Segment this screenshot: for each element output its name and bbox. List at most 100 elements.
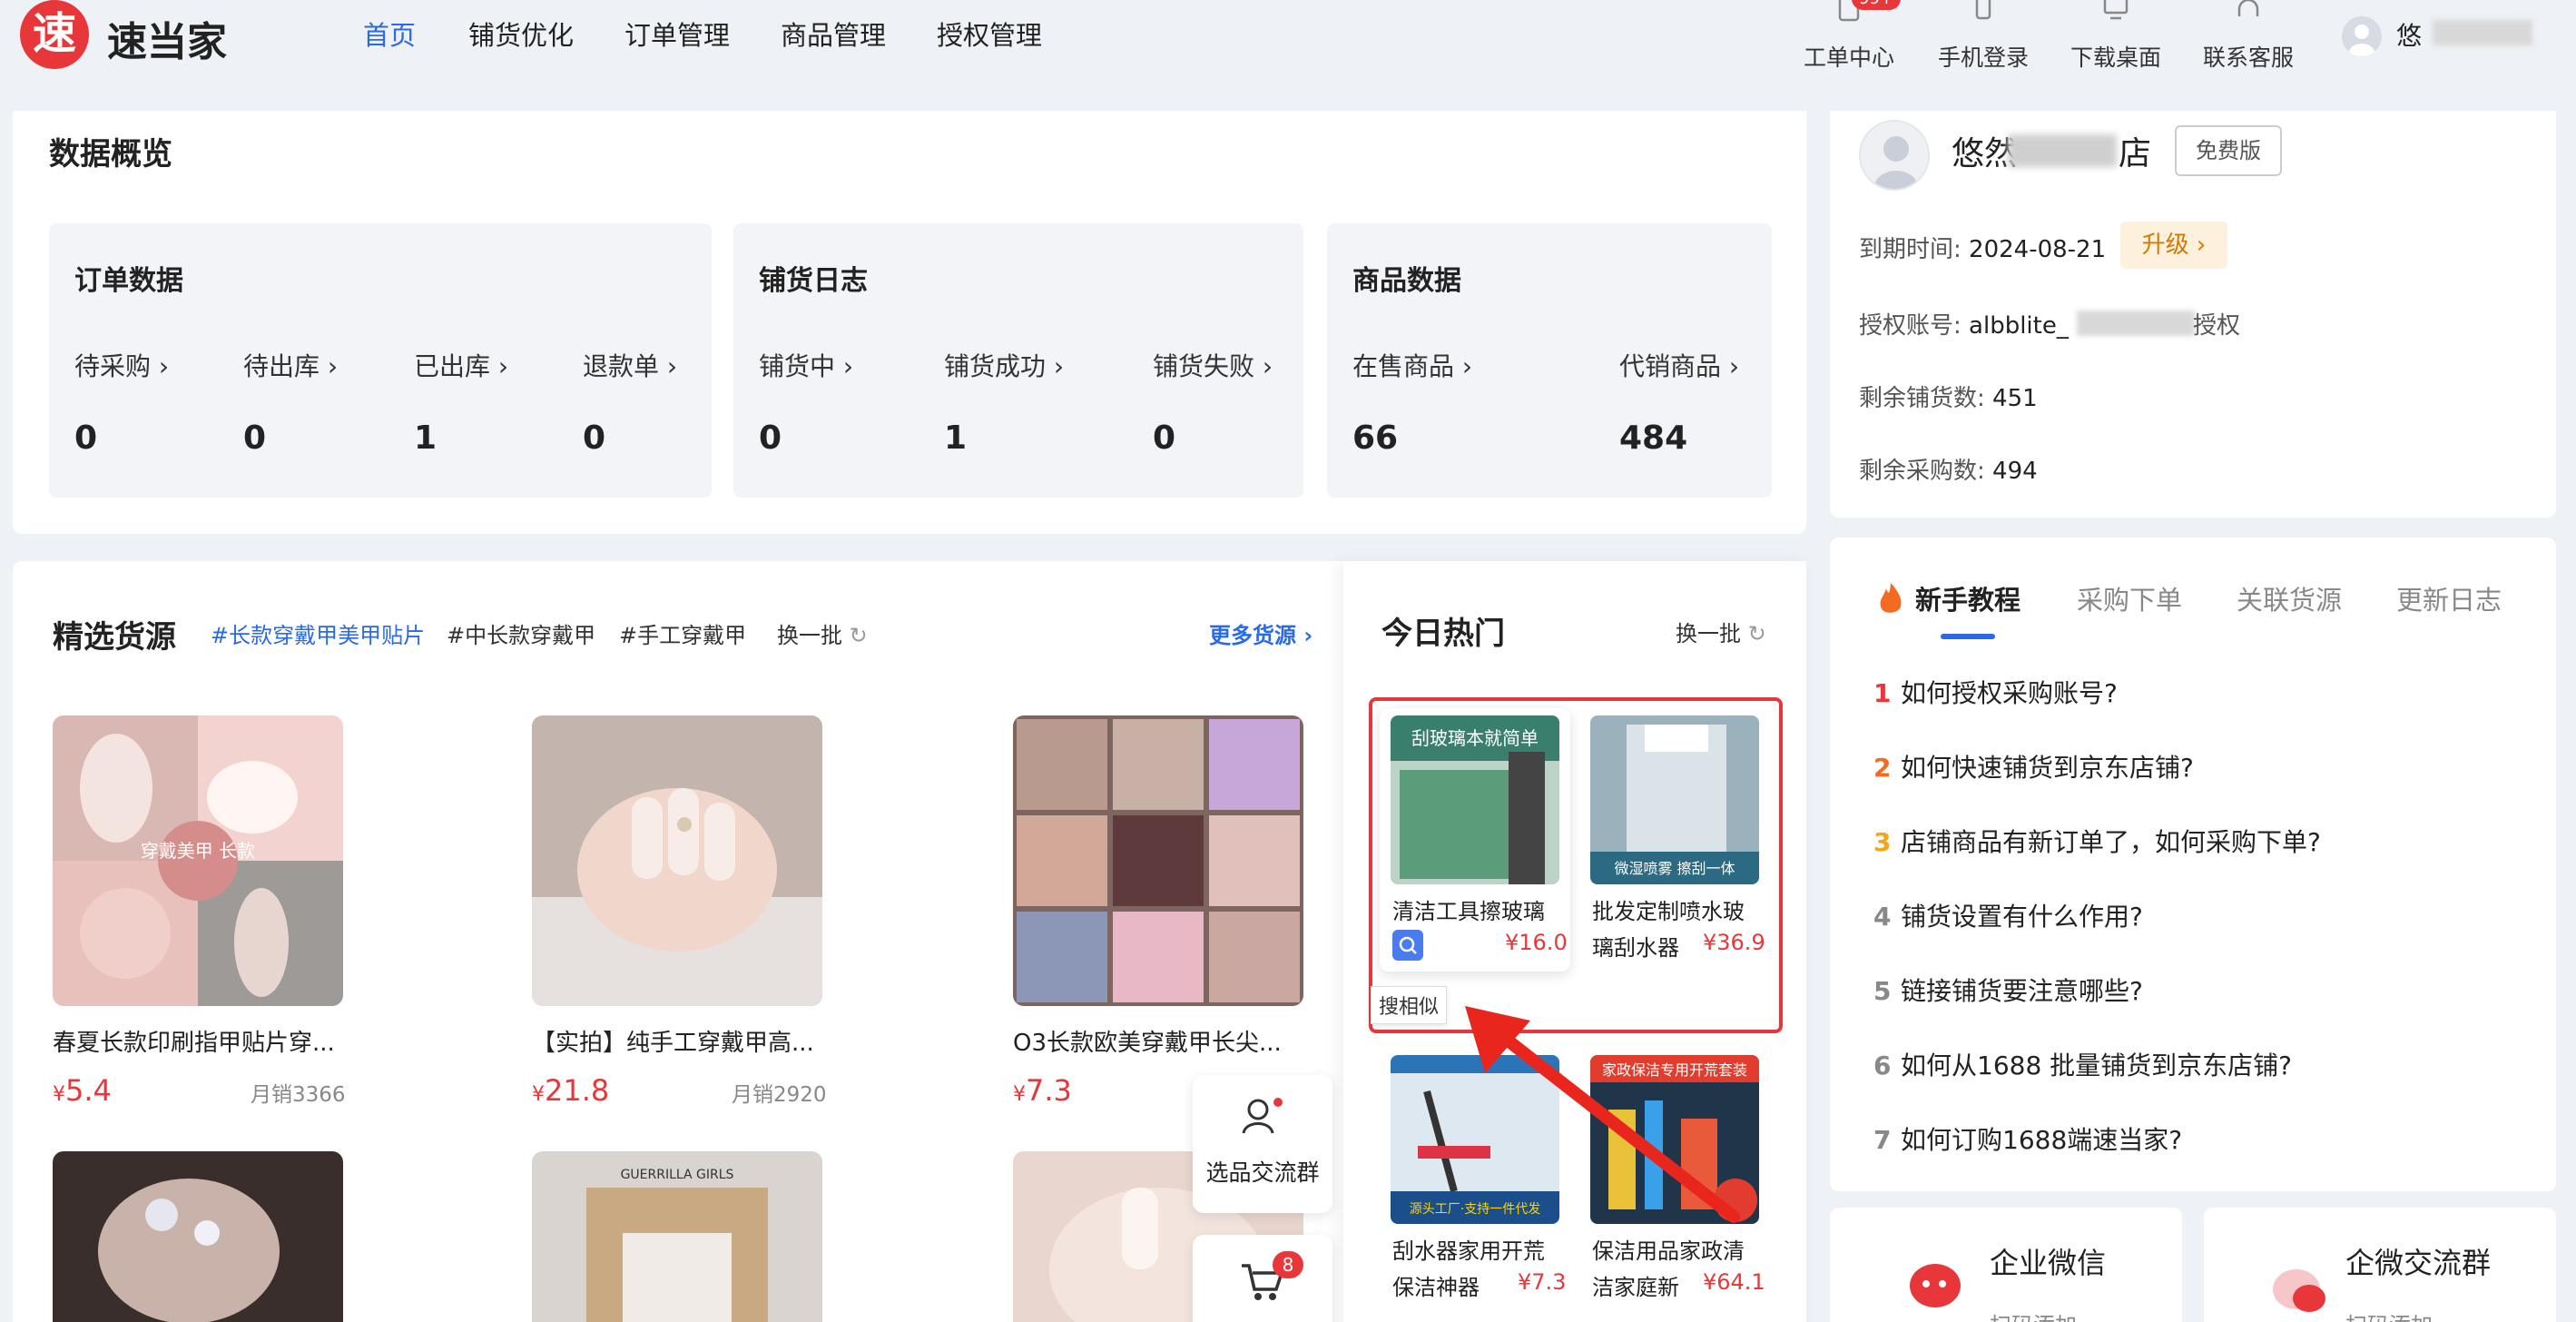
- svg-text:刮玻璃本就简单: 刮玻璃本就简单: [1411, 727, 1539, 749]
- distribution-success-link[interactable]: 铺货成功 ›: [944, 347, 1064, 383]
- hot-product-title[interactable]: 保洁用品家政清: [1592, 1233, 1745, 1265]
- product-price: ¥5.4: [53, 1073, 112, 1108]
- faq-item[interactable]: 5 链接铺货要注意哪些?: [1873, 972, 2143, 1008]
- wechat-group-sub: 扫码添加: [2345, 1307, 2433, 1322]
- hot-product-title[interactable]: 清洁工具擦玻璃: [1392, 893, 1545, 925]
- monitor-icon: [2103, 0, 2129, 20]
- active-tab-indicator: [1941, 634, 1995, 639]
- product-image[interactable]: 穿戴美甲 长款: [53, 715, 343, 1006]
- tab-purchase-order[interactable]: 采购下单: [2077, 579, 2182, 617]
- tab-changelog[interactable]: 更新日志: [2396, 579, 2502, 617]
- hot-product-title[interactable]: 刮水器家用开荒: [1392, 1233, 1545, 1265]
- download-desktop-button[interactable]: 下载桌面: [2057, 0, 2175, 71]
- product-image[interactable]: [53, 1151, 343, 1322]
- user-name-redacted: [2433, 20, 2532, 45]
- hot-product-price: ¥7.3: [1518, 1269, 1567, 1295]
- distribution-fail-link[interactable]: 铺货失败 ›: [1153, 347, 1273, 383]
- user-name[interactable]: 悠: [2396, 16, 2422, 53]
- nail-photo-5: GUERRILLA GIRLS: [532, 1151, 822, 1322]
- nav-auth-management[interactable]: 授权管理: [937, 15, 1042, 53]
- product-title[interactable]: 【实拍】纯手工穿戴甲高...: [532, 1024, 814, 1058]
- product-price: ¥21.8: [532, 1073, 610, 1108]
- on-sale-link[interactable]: 在售商品 ›: [1352, 347, 1472, 383]
- nav-order-management[interactable]: 订单管理: [624, 15, 730, 53]
- consignment-link[interactable]: 代销商品 ›: [1619, 347, 1739, 383]
- nail-photo-3: [1013, 715, 1303, 1006]
- ticket-center-button[interactable]: 99+ 工单中心: [1790, 0, 1908, 71]
- nail-photo-1: 穿戴美甲 长款: [53, 715, 343, 1006]
- faq-item[interactable]: 1 如何授权采购账号?: [1873, 674, 2118, 710]
- top-header: 速 速当家 首页 铺货优化 订单管理 商品管理 授权管理 99+ 工单中心 手机…: [0, 0, 2576, 111]
- user-avatar[interactable]: [2342, 16, 2382, 56]
- nav-product-management[interactable]: 商品管理: [781, 15, 886, 53]
- hot-product-title-line2: 洁家庭新: [1592, 1275, 1679, 1300]
- enterprise-wechat-card[interactable]: 企业微信 扫码添加: [1830, 1208, 2182, 1322]
- phone-icon: [1975, 0, 1991, 20]
- mobile-login-button[interactable]: 手机登录: [1924, 0, 2042, 71]
- expire-date: 2024-08-21: [1969, 236, 2107, 263]
- hot-product-image[interactable]: 微湿喷雾 擦刮一体: [1590, 715, 1759, 884]
- cart-button[interactable]: 8: [1193, 1235, 1332, 1322]
- today-hot-title: 今日热门: [1381, 616, 1505, 652]
- distributing-link[interactable]: 铺货中 ›: [759, 347, 853, 383]
- data-overview-title: 数据概览: [49, 136, 172, 173]
- brand-name[interactable]: 速当家: [107, 9, 227, 67]
- refresh-icon: ↻: [849, 623, 868, 648]
- annotation-arrow-icon: [1465, 1006, 1740, 1223]
- faq-item[interactable]: 3 店铺商品有新订单了，如何采购下单?: [1873, 823, 2321, 859]
- outbound-link[interactable]: 已出库 ›: [414, 347, 508, 383]
- product-price: ¥7.3: [1013, 1073, 1072, 1108]
- expire-row: 到期时间: 2024-08-21: [1859, 236, 2107, 263]
- auth-suffix: 授权: [2193, 312, 2241, 340]
- contact-support-button[interactable]: 联系客服: [2189, 0, 2307, 71]
- plan-badge[interactable]: 免费版: [2175, 125, 2282, 176]
- nav-home[interactable]: 首页: [363, 15, 416, 53]
- faq-item[interactable]: 4 铺货设置有什么作用?: [1873, 897, 2143, 933]
- hot-product-title[interactable]: 批发定制喷水玻: [1592, 893, 1745, 925]
- logo-icon[interactable]: 速: [20, 0, 89, 69]
- svg-text:微湿喷雾 擦刮一体: 微湿喷雾 擦刮一体: [1614, 860, 1735, 877]
- product-title[interactable]: O3长款欧美穿戴甲长尖...: [1013, 1024, 1282, 1058]
- hot-product-image[interactable]: 刮玻璃本就简单: [1391, 715, 1559, 884]
- tag-mid-nail[interactable]: #中长款穿戴甲: [447, 617, 595, 649]
- more-sources-link[interactable]: 更多货源 ›: [1209, 617, 1313, 649]
- refresh-hot-button[interactable]: 换一批 ↻: [1676, 616, 1766, 647]
- pending-purchase-link[interactable]: 待采购 ›: [74, 347, 169, 383]
- enterprise-wechat-sub: 扫码添加: [1990, 1307, 2077, 1322]
- product-image[interactable]: GUERRILLA GIRLS: [532, 1151, 822, 1322]
- product-data-title: 商品数据: [1352, 265, 1461, 297]
- product-sales: 月销2920: [732, 1083, 827, 1107]
- tab-beginner-tutorial[interactable]: 新手教程: [1915, 579, 2020, 617]
- refresh-sources-button[interactable]: 换一批 ↻: [777, 617, 868, 649]
- pending-outbound-link[interactable]: 待出库 ›: [243, 347, 338, 383]
- nail-photo-4: [53, 1151, 343, 1322]
- hot-photo-2: 微湿喷雾 擦刮一体: [1590, 715, 1759, 884]
- user-icon: [2349, 25, 2374, 56]
- product-image[interactable]: [532, 715, 822, 1006]
- refund-value: 0: [583, 419, 606, 457]
- nav-distribution-optimize[interactable]: 铺货优化: [468, 15, 574, 53]
- product-title[interactable]: 春夏长款印刷指甲贴片穿...: [53, 1024, 335, 1058]
- search-similar-icon[interactable]: [1392, 930, 1423, 961]
- faq-item[interactable]: 2 如何快速铺货到京东店铺?: [1873, 748, 2194, 784]
- faq-item[interactable]: 7 如何订购1688端速当家?: [1873, 1120, 2182, 1157]
- upgrade-button[interactable]: 升级 ›: [2120, 222, 2227, 269]
- order-data-title: 订单数据: [74, 265, 183, 297]
- distribution-log-box: 铺货日志 铺货中 › 铺货成功 › 铺货失败 › 0 1 0: [733, 223, 1303, 498]
- tutorial-card: [1830, 538, 2556, 1191]
- wechat-group-card[interactable]: 企微交流群 扫码添加: [2204, 1208, 2556, 1322]
- tab-linked-source[interactable]: 关联货源: [2237, 579, 2342, 617]
- product-data-box: 商品数据 在售商品 › 代销商品 › 66 484: [1327, 223, 1772, 498]
- wechat-group-title: 企微交流群: [2345, 1246, 2492, 1280]
- hot-product-title-line2: 璃刮水器: [1592, 935, 1679, 961]
- wechat-icon: [1910, 1264, 1961, 1307]
- refund-link[interactable]: 退款单 ›: [583, 347, 677, 383]
- consignment-value: 484: [1619, 419, 1688, 457]
- product-image[interactable]: [1013, 715, 1303, 1006]
- tag-long-nail[interactable]: #长款穿戴甲美甲贴片: [211, 617, 425, 649]
- fire-icon: [1880, 583, 1902, 613]
- faq-item[interactable]: 6 如何从1688 批量铺货到京东店铺?: [1873, 1046, 2292, 1082]
- pending-purchase-value: 0: [74, 419, 98, 457]
- tag-handmade-nail[interactable]: #手工穿戴甲: [619, 617, 746, 649]
- selection-group-button[interactable]: 选品交流群: [1193, 1075, 1332, 1213]
